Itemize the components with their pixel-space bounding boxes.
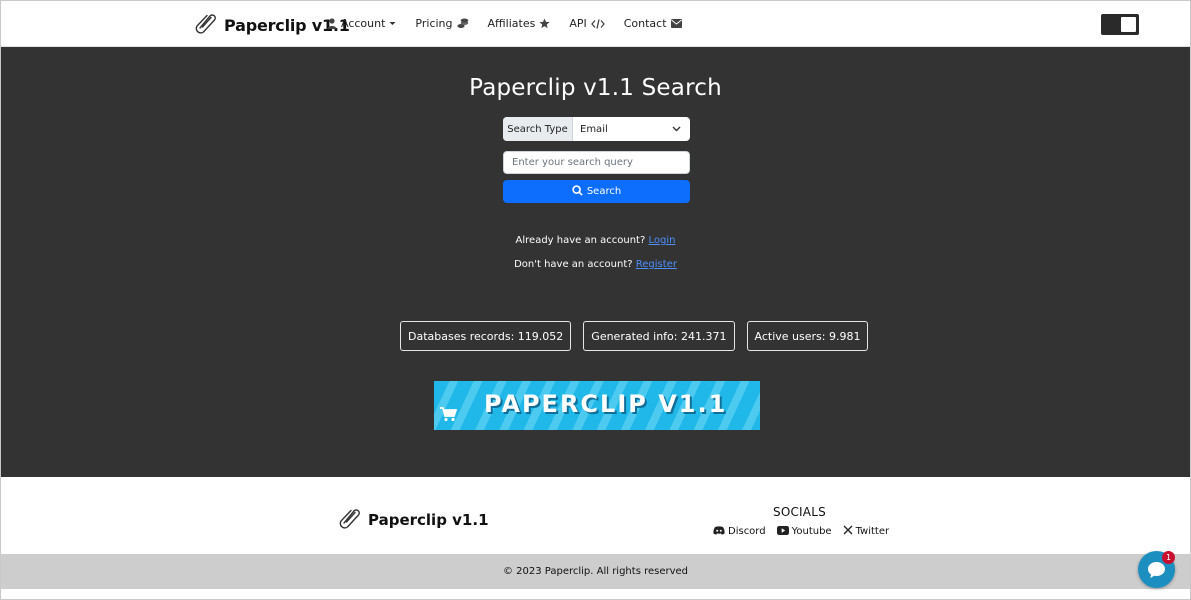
search-input[interactable] [503, 151, 690, 174]
hero-section: Paperclip v1.1 Search Search Type Email … [1, 47, 1190, 477]
chat-notification-badge: 1 [1162, 551, 1175, 564]
stat-label: Active users: [754, 329, 826, 343]
social-twitter[interactable]: Twitter [843, 525, 890, 538]
paperclip-icon [338, 506, 362, 534]
shop-banner[interactable]: PAPERCLIP V1.1 [434, 381, 760, 430]
login-prompt-line: Already have an account? Login [1, 235, 1190, 246]
footer-brand[interactable]: Paperclip v1.1 [338, 506, 489, 534]
register-prompt: Don't have an account? [514, 259, 633, 270]
socials-title: SOCIALS [773, 505, 826, 519]
main-nav: Account Pricing Affiliates API Contact [327, 17, 682, 30]
nav-api-label: API [569, 17, 587, 30]
search-type-select[interactable]: Email [573, 117, 690, 141]
register-prompt-line: Don't have an account? Register [1, 259, 1190, 270]
code-icon [590, 18, 605, 29]
nav-contact[interactable]: Contact [624, 17, 682, 30]
stat-label: Generated info: [591, 329, 678, 343]
page-title: Paperclip v1.1 Search [469, 75, 722, 101]
stat-generated-info: Generated info: 241.371 [583, 321, 735, 351]
register-link[interactable]: Register [636, 259, 677, 270]
search-type-value: Email [580, 123, 608, 135]
stat-label: Databases records: [408, 329, 515, 343]
nav-account-label: Account [341, 17, 386, 30]
page: Paperclip v1.1 Account Pricing Affiliate… [0, 0, 1191, 600]
discord-icon [713, 525, 725, 538]
chat-bubble-icon [1147, 561, 1166, 583]
theme-toggle-knob [1121, 17, 1136, 32]
chevron-down-icon [672, 124, 681, 135]
copyright-bar: © 2023 Paperclip. All rights reserved [1, 554, 1190, 589]
coins-icon [456, 18, 469, 29]
user-icon [327, 18, 337, 29]
stat-value: 119.052 [517, 329, 564, 343]
login-link[interactable]: Login [648, 235, 675, 246]
copyright-text: © 2023 Paperclip. All rights reserved [502, 566, 689, 577]
nav-api[interactable]: API [569, 17, 605, 30]
youtube-icon [776, 525, 789, 538]
socials-list: Discord Youtube Twitter [713, 525, 889, 538]
social-discord[interactable]: Discord [713, 525, 766, 538]
x-twitter-icon [843, 525, 853, 538]
footer-brand-name: Paperclip v1.1 [368, 511, 489, 529]
navbar: Paperclip v1.1 Account Pricing Affiliate… [1, 1, 1190, 47]
nav-pricing-label: Pricing [415, 17, 453, 30]
search-button-label: Search [586, 186, 622, 197]
stat-active-users: Active users: 9.981 [746, 321, 869, 351]
social-discord-label: Discord [728, 526, 766, 537]
stats-row: Databases records: 119.052 Generated inf… [400, 321, 869, 351]
stat-value: 241.371 [681, 329, 727, 343]
search-icon [572, 184, 583, 199]
social-twitter-label: Twitter [855, 526, 890, 537]
caret-down-icon [389, 21, 396, 26]
stat-database-records: Databases records: 119.052 [400, 321, 572, 351]
social-youtube[interactable]: Youtube [776, 525, 832, 538]
search-type-label: Search Type [503, 117, 573, 141]
nav-pricing[interactable]: Pricing [415, 17, 468, 30]
paperclip-icon [194, 11, 218, 39]
social-youtube-label: Youtube [791, 526, 832, 537]
theme-toggle[interactable] [1101, 14, 1139, 35]
nav-contact-label: Contact [623, 17, 667, 30]
login-prompt: Already have an account? [515, 235, 646, 246]
footer: Paperclip v1.1 SOCIALS Discord Youtube T… [1, 477, 1190, 554]
nav-affiliates[interactable]: Affiliates [488, 17, 551, 30]
search-type-group: Search Type Email [503, 117, 690, 141]
stat-value: 9.981 [828, 329, 861, 343]
envelope-icon [670, 19, 682, 28]
cart-icon [440, 407, 458, 426]
star-icon [539, 18, 550, 29]
search-button[interactable]: Search [503, 180, 690, 203]
nav-account[interactable]: Account [327, 17, 396, 30]
banner-text: PAPERCLIP V1.1 [484, 390, 728, 418]
nav-affiliates-label: Affiliates [487, 17, 536, 30]
